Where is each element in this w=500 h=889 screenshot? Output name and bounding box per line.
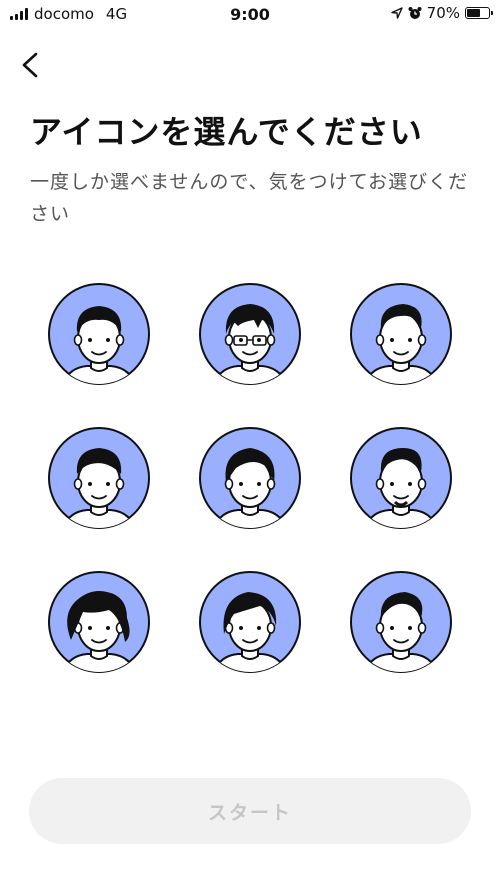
avatar-1-option[interactable] — [47, 282, 151, 386]
avatar-7-option[interactable] — [47, 570, 151, 674]
avatar-face-icon — [48, 283, 150, 385]
avatar-2-option[interactable] — [198, 282, 302, 386]
battery-percent: 70% — [426, 4, 460, 22]
page-title: アイコンを選んでください — [30, 113, 423, 151]
avatar-4-option[interactable] — [47, 426, 151, 530]
avatar-6-option[interactable] — [349, 426, 453, 530]
avatar-3-option[interactable] — [349, 282, 453, 386]
avatar-face-icon — [48, 571, 150, 673]
location-arrow-icon — [390, 7, 403, 19]
avatar-5-option[interactable] — [198, 426, 302, 530]
avatar-face-icon — [199, 427, 301, 529]
chevron-left-icon — [22, 52, 38, 78]
avatar-face-icon — [199, 571, 301, 673]
avatar-8-option[interactable] — [198, 570, 302, 674]
avatar-face-icon — [350, 571, 452, 673]
back-button[interactable] — [14, 48, 48, 82]
start-button[interactable]: スタート — [29, 778, 471, 844]
status-bar: docomo 4G 9:00 70% — [0, 0, 500, 28]
avatar-face-icon — [48, 427, 150, 529]
page-subtitle: 一度しか選べませんので、気をつけてお選びください — [30, 171, 469, 225]
avatar-face-icon — [350, 283, 452, 385]
alarm-clock-icon — [408, 7, 422, 19]
avatar-9-option[interactable] — [349, 570, 453, 674]
avatar-face-icon — [350, 427, 452, 529]
avatar-face-icon — [199, 283, 301, 385]
battery-icon — [465, 7, 493, 19]
